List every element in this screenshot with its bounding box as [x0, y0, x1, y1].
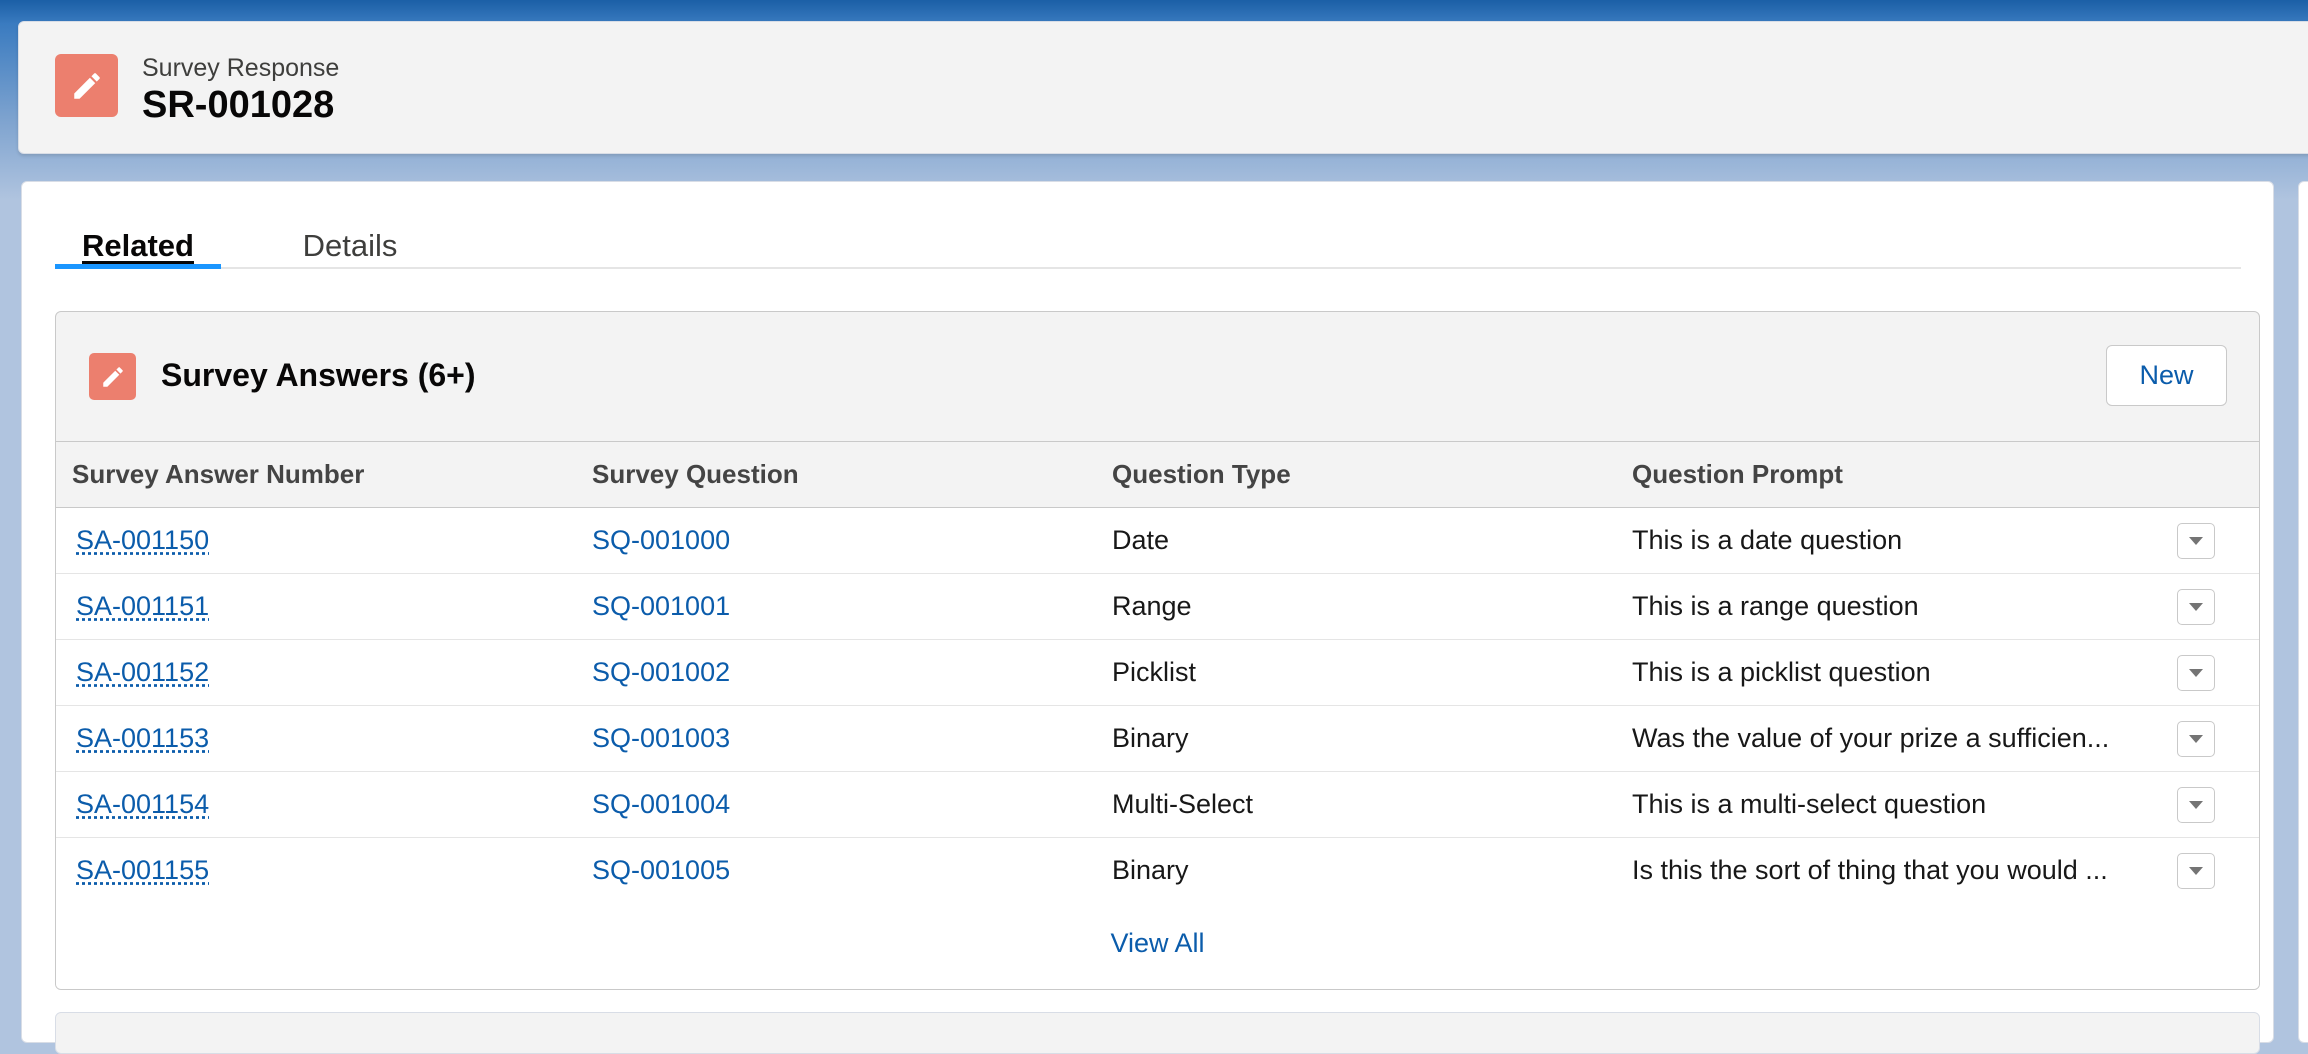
column-header-question-type: Question Type — [1112, 459, 1291, 489]
view-all-link[interactable]: View All — [1110, 928, 1204, 959]
survey-answer-link[interactable]: SA-001154 — [76, 789, 209, 820]
table-row: SA-001153 SQ-001003 Binary Was the value… — [56, 706, 2259, 772]
survey-question-link[interactable]: SQ-001004 — [592, 789, 730, 820]
question-prompt: This is a picklist question — [1632, 657, 1931, 687]
survey-answer-link[interactable]: SA-001152 — [76, 657, 209, 688]
survey-question-link[interactable]: SQ-001003 — [592, 723, 730, 754]
tab-related[interactable]: Related — [55, 212, 221, 269]
next-related-list — [55, 1012, 2260, 1054]
survey-question-link[interactable]: SQ-001000 — [592, 525, 730, 556]
survey-answer-link[interactable]: SA-001151 — [76, 591, 209, 622]
tab-details[interactable]: Details — [295, 212, 405, 267]
survey-question-link[interactable]: SQ-001002 — [592, 657, 730, 688]
row-actions-dropdown[interactable] — [2177, 523, 2215, 559]
row-actions-dropdown[interactable] — [2177, 787, 2215, 823]
survey-answer-link[interactable]: SA-001155 — [76, 855, 209, 886]
survey-question-link[interactable]: SQ-001001 — [592, 591, 730, 622]
table-row: SA-001151 SQ-001001 Range This is a rang… — [56, 574, 2259, 640]
tab-bar: Related Details — [55, 212, 2241, 269]
table-row: SA-001154 SQ-001004 Multi-Select This is… — [56, 772, 2259, 838]
column-header-survey-question: Survey Question — [592, 459, 799, 489]
question-prompt: This is a multi-select question — [1632, 789, 1987, 819]
related-list-title[interactable]: Survey Answers (6+) — [161, 357, 476, 394]
question-prompt: This is a date question — [1632, 525, 1903, 555]
survey-question-link[interactable]: SQ-001005 — [592, 855, 730, 886]
survey-answers-related-list: Survey Answers (6+) New Survey Answer Nu… — [55, 311, 2260, 990]
related-list-footer: View All — [56, 898, 2259, 989]
edit-pencil-icon — [89, 353, 136, 400]
question-prompt: Was the value of your prize a sufficien.… — [1632, 723, 2110, 753]
table-row: SA-001150 SQ-001000 Date This is a date … — [56, 508, 2259, 574]
question-prompt: Is this the sort of thing that you would… — [1632, 855, 2108, 885]
edit-pencil-icon — [55, 54, 118, 117]
table-row: SA-001155 SQ-001005 Binary Is this the s… — [56, 838, 2259, 904]
table-header: Survey Answer Number Survey Question Que… — [56, 441, 2259, 508]
sidebar-panel — [2298, 181, 2308, 1043]
chevron-down-icon — [2189, 669, 2203, 677]
table-row: SA-001152 SQ-001002 Picklist This is a p… — [56, 640, 2259, 706]
table-body: SA-001150 SQ-001000 Date This is a date … — [56, 508, 2259, 904]
row-actions-dropdown[interactable] — [2177, 655, 2215, 691]
chevron-down-icon — [2189, 867, 2203, 875]
column-header-question-prompt: Question Prompt — [1632, 459, 1843, 489]
chevron-down-icon — [2189, 801, 2203, 809]
question-type: Multi-Select — [1112, 788, 1254, 819]
row-actions-dropdown[interactable] — [2177, 721, 2215, 757]
record-body-card: Related Details Survey Answers (6+) New … — [21, 181, 2274, 1054]
column-header-survey-answer-number: Survey Answer Number — [72, 459, 365, 489]
question-type: Picklist — [1112, 656, 1197, 687]
record-header: Survey Response SR-001028 — [18, 21, 2308, 154]
related-list-header: Survey Answers (6+) New — [56, 312, 2259, 441]
new-button[interactable]: New — [2106, 345, 2227, 406]
question-prompt: This is a range question — [1632, 591, 1919, 621]
chevron-down-icon — [2189, 603, 2203, 611]
question-type: Date — [1112, 524, 1170, 555]
chevron-down-icon — [2189, 537, 2203, 545]
question-type: Binary — [1112, 854, 1189, 885]
row-actions-dropdown[interactable] — [2177, 853, 2215, 889]
question-type: Range — [1112, 590, 1192, 621]
survey-answer-link[interactable]: SA-001150 — [76, 525, 209, 556]
question-type: Binary — [1112, 722, 1189, 753]
record-title: SR-001028 — [142, 84, 335, 126]
survey-answer-link[interactable]: SA-001153 — [76, 723, 209, 754]
chevron-down-icon — [2189, 735, 2203, 743]
row-actions-dropdown[interactable] — [2177, 589, 2215, 625]
object-label: Survey Response — [142, 54, 340, 82]
